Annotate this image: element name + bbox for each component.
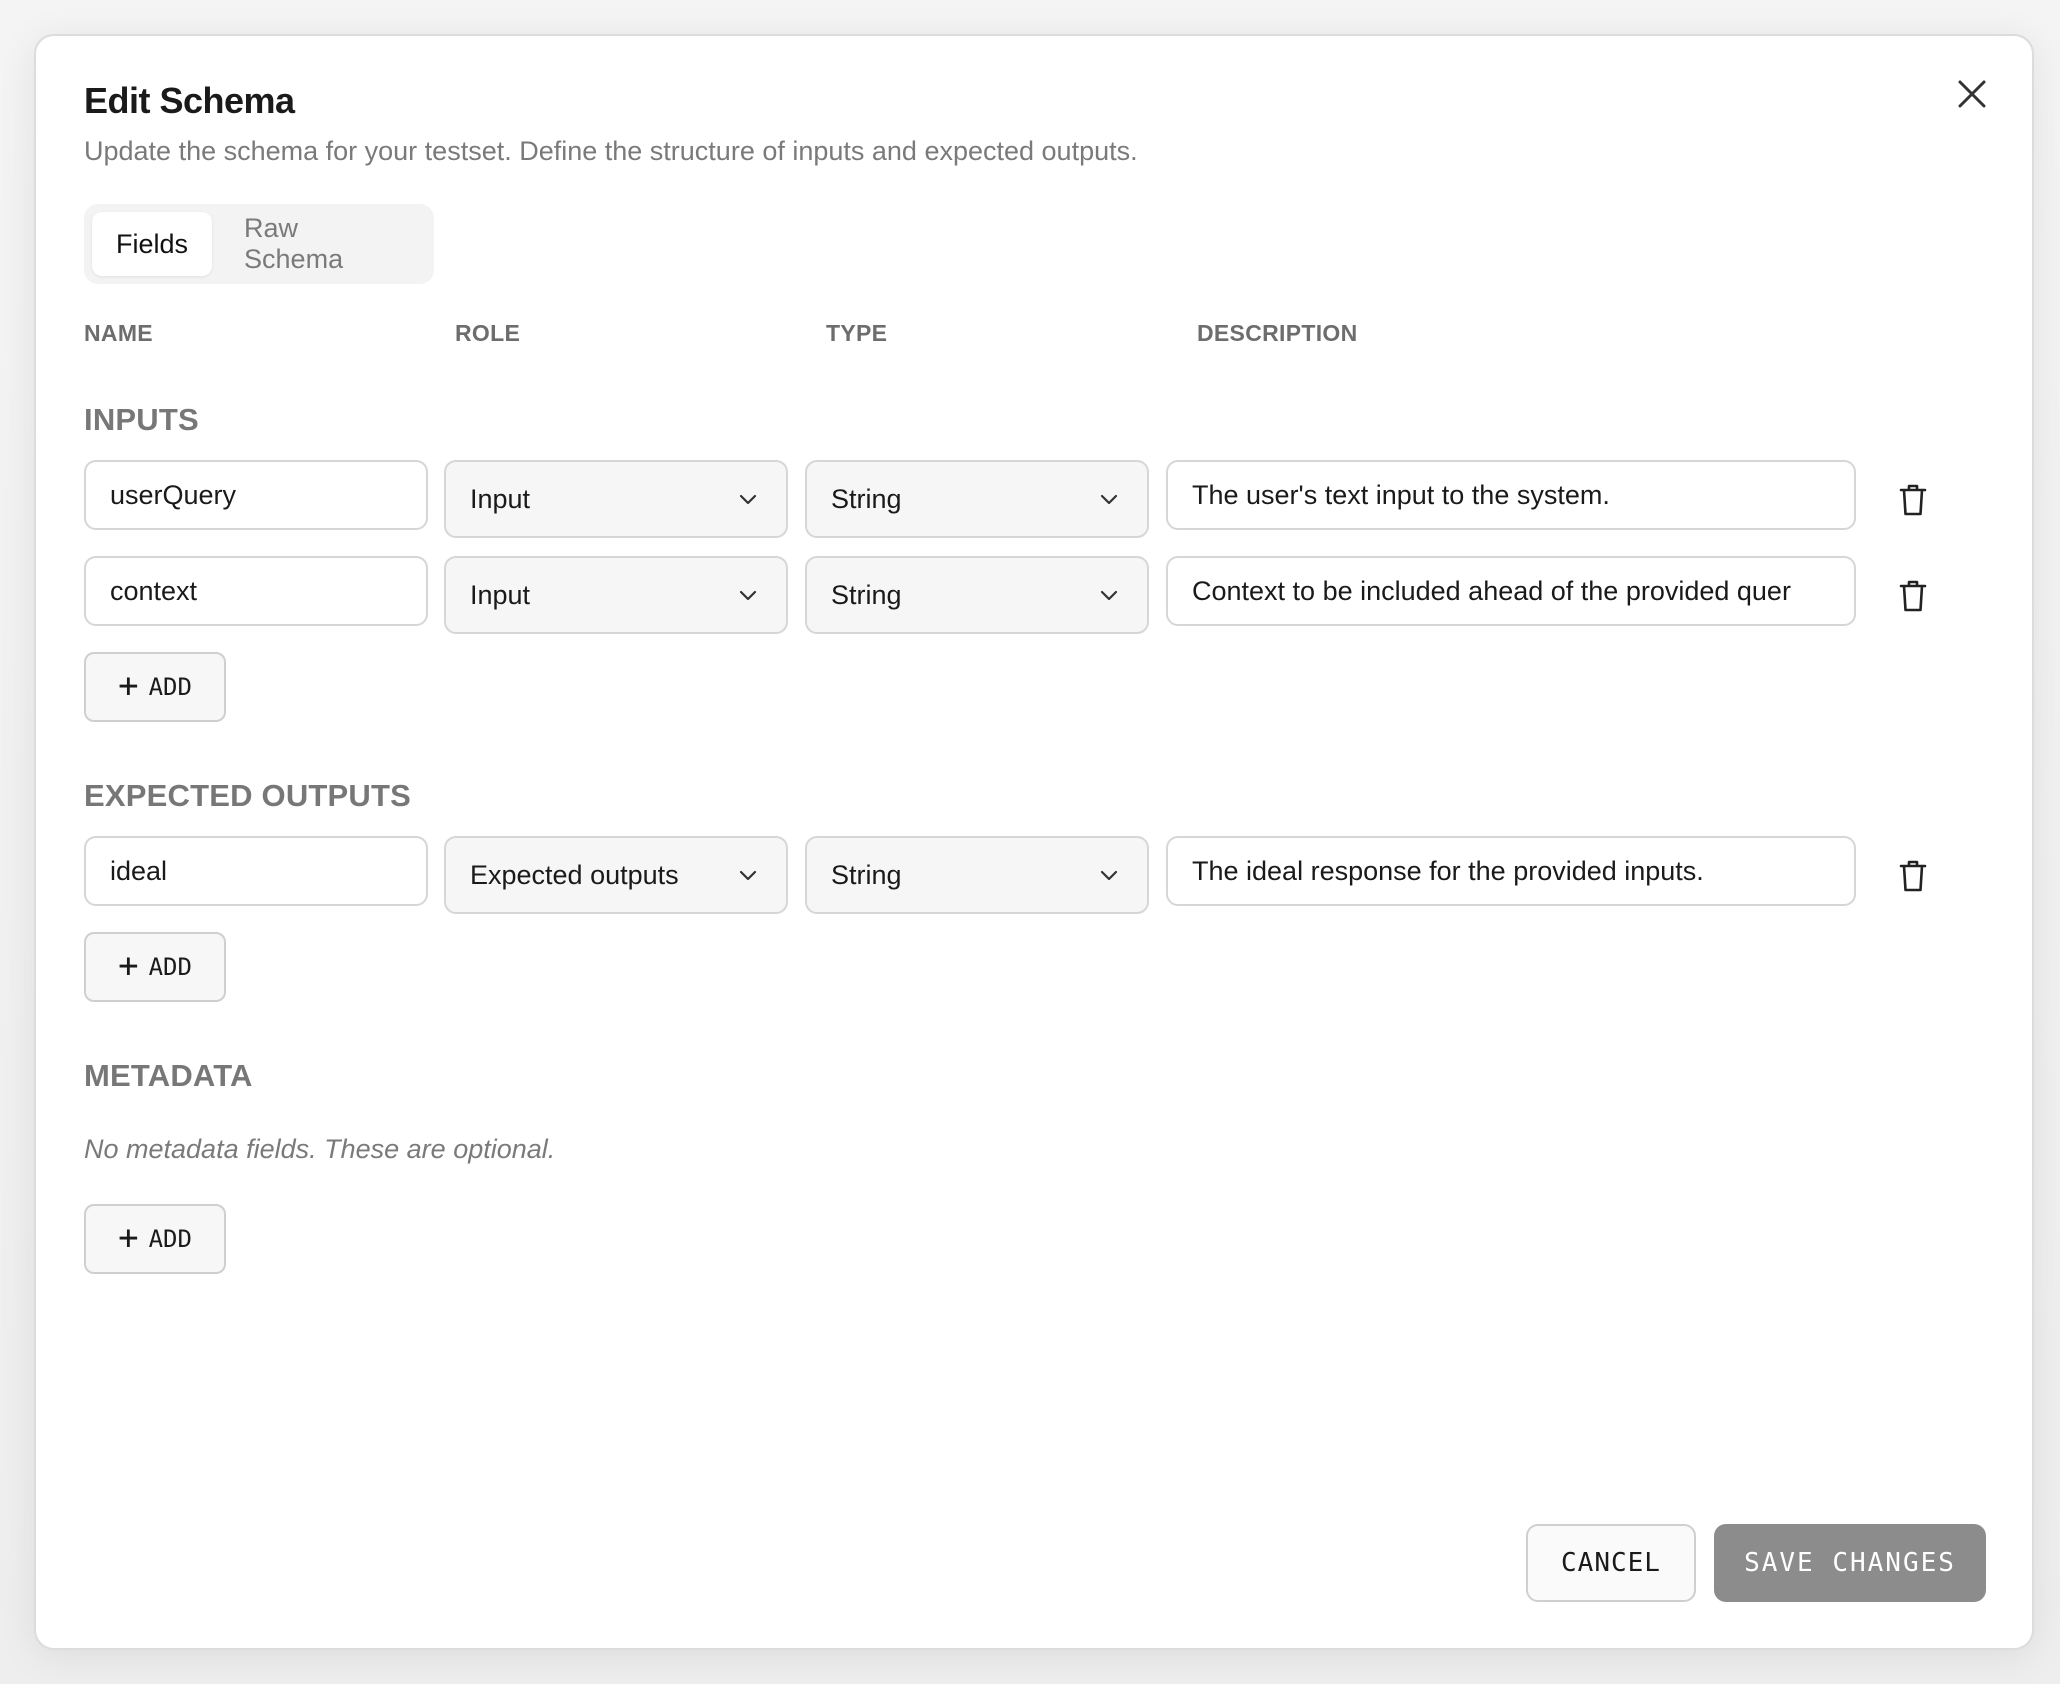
chevron-down-icon — [739, 870, 757, 881]
column-header-type: TYPE — [826, 320, 888, 346]
column-header-description: DESCRIPTION — [1197, 320, 1358, 346]
view-tabs: Fields Raw Schema — [84, 204, 434, 284]
add-expected-output-button[interactable]: + ADD — [84, 932, 226, 1002]
name-field[interactable]: ideal — [84, 836, 428, 906]
type-select-value: String — [831, 579, 902, 610]
delete-field-button[interactable] — [1893, 576, 1933, 616]
role-select[interactable]: Expected outputs — [444, 836, 788, 914]
chevron-down-icon — [1100, 870, 1118, 881]
close-button[interactable] — [1948, 70, 1996, 118]
role-select[interactable]: Input — [444, 556, 788, 634]
delete-field-button[interactable] — [1893, 480, 1933, 520]
chevron-down-icon — [1100, 590, 1118, 601]
plus-icon: + — [118, 945, 139, 986]
dialog-subtitle: Update the schema for your testset. Defi… — [84, 136, 1138, 166]
trash-icon — [1899, 484, 1927, 516]
description-field[interactable]: Context to be included ahead of the prov… — [1166, 556, 1856, 626]
description-field[interactable]: The ideal response for the provided inpu… — [1166, 836, 1856, 906]
type-select-value: String — [831, 859, 902, 890]
metadata-empty-message: No metadata fields. These are optional. — [84, 1134, 556, 1164]
chevron-down-icon — [1100, 494, 1118, 505]
tab-fields[interactable]: Fields — [92, 212, 213, 276]
plus-icon: + — [118, 665, 139, 706]
dialog-title: Edit Schema — [84, 80, 295, 121]
type-select[interactable]: String — [805, 836, 1149, 914]
name-field[interactable]: userQuery — [84, 460, 428, 530]
tab-raw-schema[interactable]: Raw Schema — [220, 212, 426, 276]
edit-schema-dialog: Edit Schema Update the schema for your t… — [34, 34, 2034, 1650]
section-title-metadata: METADATA — [84, 1058, 253, 1093]
type-select[interactable]: String — [805, 556, 1149, 634]
section-title-inputs: INPUTS — [84, 402, 199, 437]
add-expected-output-label: ADD — [148, 953, 192, 981]
type-select-value: String — [831, 483, 902, 514]
column-header-name: NAME — [84, 320, 153, 346]
role-select[interactable]: Input — [444, 460, 788, 538]
role-select-value: Expected outputs — [470, 859, 679, 890]
cancel-button[interactable]: CANCEL — [1526, 1524, 1696, 1602]
role-select-value: Input — [470, 579, 531, 610]
add-metadata-label: ADD — [148, 1225, 192, 1253]
plus-icon: + — [118, 1217, 139, 1258]
column-header-role: ROLE — [455, 320, 521, 346]
type-select[interactable]: String — [805, 460, 1149, 538]
chevron-down-icon — [739, 494, 757, 505]
delete-field-button[interactable] — [1893, 856, 1933, 896]
add-metadata-button[interactable]: + ADD — [84, 1204, 226, 1274]
role-select-value: Input — [470, 483, 531, 514]
save-changes-button[interactable]: SAVE CHANGES — [1714, 1524, 1986, 1602]
description-field[interactable]: The user's text input to the system. — [1166, 460, 1856, 530]
trash-icon — [1899, 580, 1927, 612]
add-input-label: ADD — [148, 673, 192, 701]
trash-icon — [1899, 860, 1927, 892]
chevron-down-icon — [739, 590, 757, 601]
section-title-expected-outputs: EXPECTED OUTPUTS — [84, 778, 412, 813]
add-input-button[interactable]: + ADD — [84, 652, 226, 722]
name-field[interactable]: context — [84, 556, 428, 626]
close-icon — [1958, 80, 1986, 108]
